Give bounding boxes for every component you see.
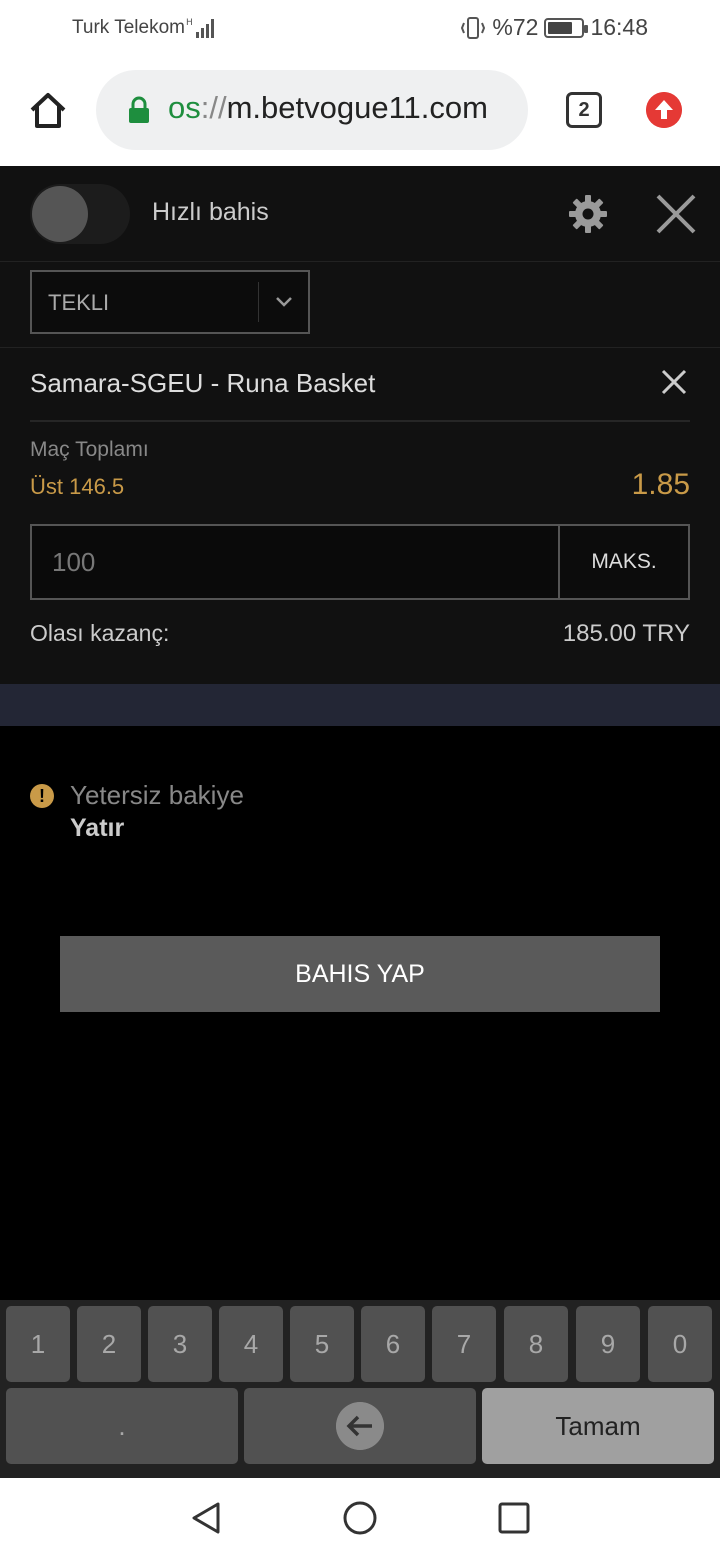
url-text: os://m.betvogue11.com <box>168 90 488 126</box>
separator-band <box>0 684 720 726</box>
status-right: %72 16:48 <box>460 14 648 41</box>
home-icon[interactable] <box>26 88 70 132</box>
bet-card: Samara-SGEU - Runa Basket Maç Toplamı Üs… <box>0 348 720 684</box>
betslip-header: Hızlı bahis <box>0 166 720 262</box>
key-dot[interactable]: . <box>6 1388 238 1464</box>
stake-input[interactable] <box>32 526 558 598</box>
slip-type-value: TEKLI <box>48 290 110 315</box>
deposit-link[interactable]: Yatır <box>70 814 124 843</box>
quick-bet-toggle[interactable] <box>30 184 130 244</box>
battery-icon <box>544 17 589 38</box>
vibrate-icon <box>461 16 486 39</box>
key-9[interactable]: 9 <box>576 1306 640 1382</box>
potential-win-value: 185.00 TRY <box>562 620 690 647</box>
odds-value: 1.85 <box>631 468 690 501</box>
browser-toolbar: os://m.betvogue11.com 2 <box>0 56 720 166</box>
update-arrow-icon[interactable] <box>646 92 682 128</box>
carrier-name: Turk Telekom <box>72 17 185 38</box>
address-bar[interactable]: os://m.betvogue11.com <box>96 70 528 150</box>
key-4[interactable]: 4 <box>219 1306 283 1382</box>
remove-bet-close-icon[interactable] <box>660 368 688 396</box>
insufficient-balance-text: Yetersiz bakiye <box>70 780 244 810</box>
key-3[interactable]: 3 <box>148 1306 212 1382</box>
url-host: m.betvogue11.com <box>226 90 488 125</box>
chevron-down-icon <box>276 297 292 307</box>
max-stake-button[interactable]: MAKS. <box>558 524 690 600</box>
toggle-knob <box>32 186 88 242</box>
market-name: Maç Toplamı <box>30 438 149 461</box>
key-0[interactable]: 0 <box>648 1306 712 1382</box>
close-icon[interactable] <box>654 192 698 236</box>
home-circle-icon[interactable] <box>340 1498 380 1538</box>
card-divider <box>30 420 690 422</box>
key-6[interactable]: 6 <box>361 1306 425 1382</box>
key-5[interactable]: 5 <box>290 1306 354 1382</box>
numeric-keyboard: 1 2 3 4 5 6 7 8 9 0 . Tamam <box>0 1300 720 1478</box>
place-bet-button[interactable]: BAHIS YAP <box>60 936 660 1012</box>
back-triangle-icon[interactable] <box>186 1498 226 1538</box>
match-name: Samara-SGEU - Runa Basket <box>30 368 376 398</box>
slip-type-select[interactable]: TEKLI <box>30 270 310 334</box>
svg-text:H: H <box>186 18 193 28</box>
battery-percent: %72 <box>492 14 539 40</box>
status-bar: Turk Telekom H %72 16:48 <box>0 0 720 56</box>
potential-win-label: Olası kazanç: <box>30 620 170 646</box>
key-8[interactable]: 8 <box>504 1306 568 1382</box>
selection-name: Üst 146.5 <box>30 474 125 499</box>
key-2[interactable]: 2 <box>77 1306 141 1382</box>
slip-type-row: TEKLI <box>0 262 720 348</box>
url-scheme: os <box>168 90 201 125</box>
system-nav-bar <box>0 1478 720 1560</box>
quick-bet-label: Hızlı bahis <box>152 198 269 226</box>
key-1[interactable]: 1 <box>6 1306 70 1382</box>
battery-fill <box>548 21 573 34</box>
select-divider <box>258 282 259 322</box>
stake-field[interactable] <box>30 524 560 600</box>
signal-icon: H <box>186 18 214 38</box>
recent-apps-icon[interactable] <box>494 1498 534 1538</box>
key-backspace[interactable] <box>244 1388 476 1464</box>
backspace-icon <box>336 1402 384 1450</box>
gear-icon[interactable] <box>566 192 610 236</box>
key-done[interactable]: Tamam <box>482 1388 714 1464</box>
clock: 16:48 <box>590 14 648 40</box>
url-separator: :// <box>200 90 227 125</box>
key-7[interactable]: 7 <box>432 1306 496 1382</box>
tab-switcher-button[interactable]: 2 <box>566 92 602 128</box>
lock-icon <box>129 96 149 123</box>
warning-icon: ! <box>30 784 54 808</box>
